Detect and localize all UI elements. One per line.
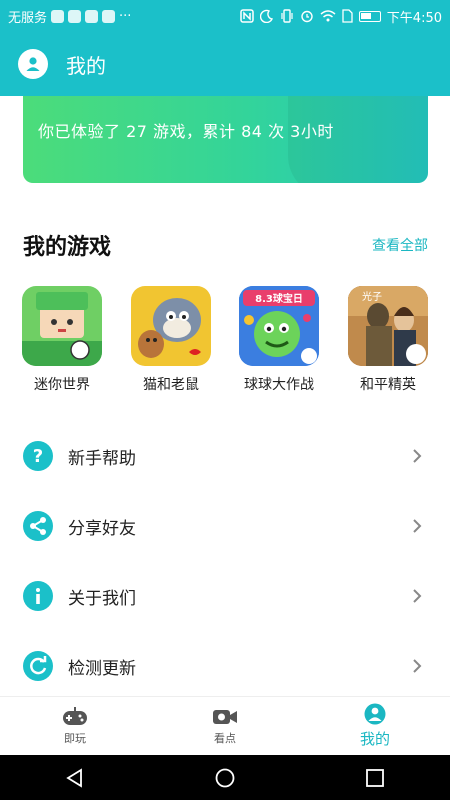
peace-elite-icon: 光子	[348, 286, 428, 366]
menu-item-help[interactable]: ? 新手帮助	[0, 421, 450, 491]
nav-label: 即玩	[64, 731, 86, 745]
game-item-peace-elite[interactable]: 光子 和平精英	[338, 286, 438, 394]
app-notification-icon	[102, 9, 116, 23]
game-item-mini-world[interactable]: 迷你世界	[12, 286, 112, 394]
page-title: 我的	[66, 53, 106, 78]
tab-watch[interactable]: 看点	[150, 697, 300, 755]
carrier-label: 无服务	[8, 10, 48, 26]
game-name: 猫和老鼠	[143, 377, 199, 393]
sim-icon	[342, 9, 353, 23]
wifi-icon	[320, 10, 336, 22]
menu-item-check-update[interactable]: 检测更新	[0, 631, 450, 701]
more-notifications-icon: ···	[119, 8, 132, 24]
menu-item-share[interactable]: 分享好友	[0, 491, 450, 561]
app-notification-icon	[85, 9, 99, 23]
menu-label: 检测更新	[68, 658, 136, 679]
menu-label: 关于我们	[68, 588, 136, 609]
tab-play[interactable]: 即玩	[0, 697, 150, 755]
menu-label: 新手帮助	[68, 448, 136, 469]
game-item-tom-and-jerry[interactable]: 猫和老鼠	[121, 286, 221, 394]
play-stats-text: 你已体验了 27 游戏，累计 84 次 3小时	[38, 122, 334, 141]
chevron-right-icon	[407, 446, 427, 466]
game-banner-text: 8.3球宝日	[255, 292, 303, 305]
mini-world-icon	[22, 286, 102, 366]
home-icon[interactable]	[214, 767, 236, 789]
refresh-icon	[23, 651, 53, 681]
question-icon: ?	[23, 441, 53, 471]
person-icon	[364, 703, 386, 725]
page-header: 我的	[0, 32, 450, 96]
ball-battle-icon: 8.3球宝日	[239, 286, 319, 366]
gamepad-icon	[63, 706, 87, 725]
game-name: 和平精英	[360, 377, 416, 393]
status-bar: 无服务 ··· 下午4:50	[0, 0, 450, 32]
play-stats-card: 你已体验了 27 游戏，累计 84 次 3小时	[23, 96, 428, 183]
share-icon	[23, 511, 53, 541]
system-nav-bar	[0, 755, 450, 800]
chevron-right-icon	[407, 516, 427, 536]
battery-icon	[358, 10, 381, 22]
moon-icon	[259, 9, 273, 23]
game-badge-text: 光子	[362, 290, 382, 303]
video-camera-icon	[213, 709, 237, 724]
app-notification-icon	[68, 9, 82, 23]
person-icon	[26, 57, 40, 71]
alarm-icon	[301, 10, 313, 23]
bottom-nav: 即玩 看点 我的	[0, 696, 450, 755]
game-item-ball-battle[interactable]: 8.3球宝日 球球大作战	[229, 286, 329, 394]
view-all-link[interactable]: 查看全部	[372, 235, 428, 255]
recents-icon[interactable]	[364, 767, 386, 789]
nav-label: 看点	[214, 731, 236, 745]
my-games-title: 我的游戏	[23, 235, 112, 260]
menu-label: 分享好友	[68, 518, 136, 539]
menu-item-about[interactable]: 关于我们	[0, 561, 450, 631]
nav-label: 我的	[359, 730, 390, 748]
avatar[interactable]	[18, 49, 48, 79]
clock-time: 下午4:50	[386, 10, 442, 26]
my-games-list: 迷你世界 猫和老鼠 8.3球宝日 球球大作战 光子 和平精英	[0, 286, 450, 396]
game-name: 迷你世界	[34, 377, 90, 393]
game-name: 球球大作战	[244, 377, 314, 393]
svg-text:?: ?	[33, 446, 43, 467]
info-icon	[23, 581, 53, 611]
vibrate-icon	[281, 9, 293, 23]
app-notification-icon	[51, 9, 65, 23]
chevron-right-icon	[407, 586, 427, 606]
tom-and-jerry-icon	[131, 286, 211, 366]
chevron-right-icon	[407, 656, 427, 676]
nfc-icon	[240, 9, 254, 23]
tab-mine[interactable]: 我的	[300, 697, 450, 755]
back-icon[interactable]	[64, 767, 86, 789]
